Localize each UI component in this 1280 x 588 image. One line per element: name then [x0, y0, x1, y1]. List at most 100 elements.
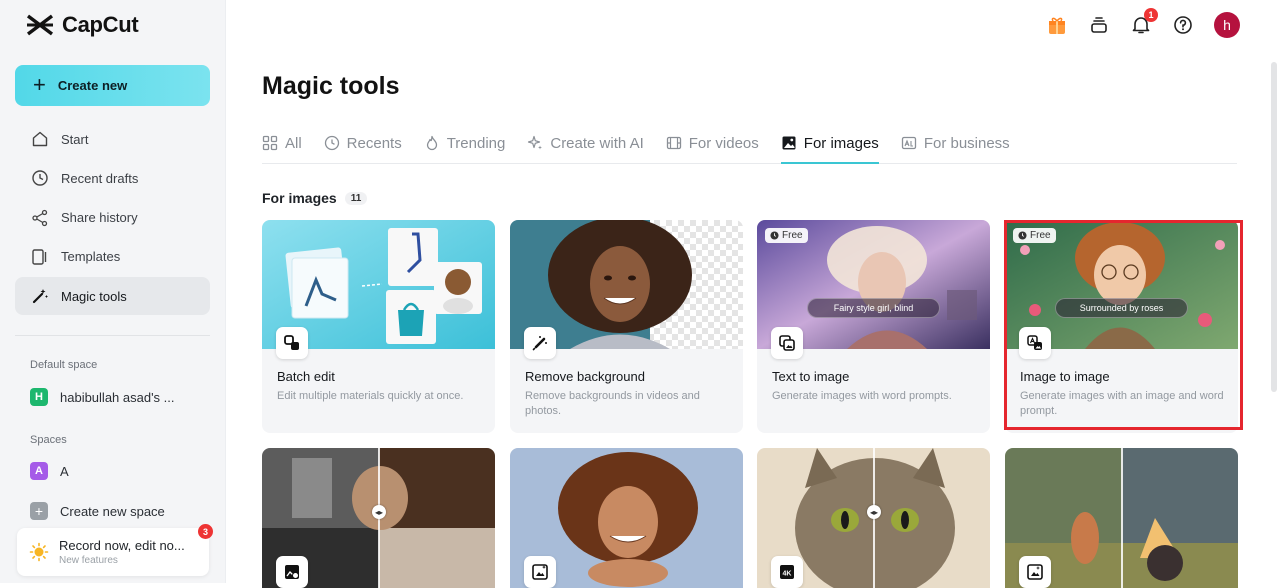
tab-label: Recents [346, 134, 402, 152]
record-badge: 3 [198, 524, 213, 539]
sidebar-item-label: Magic tools [61, 288, 127, 304]
free-badge-label: Free [782, 230, 803, 241]
magic-wand-icon [32, 289, 48, 304]
tool-card-colorize[interactable]: ◂▸ [262, 448, 495, 588]
free-badge: Free [765, 228, 808, 243]
compare-handle-icon[interactable]: ◂▸ [867, 505, 881, 519]
help-icon [1174, 16, 1192, 34]
image-icon [782, 136, 796, 150]
tool-card-image-to-image[interactable]: Free Surrounded by roses Image to image … [1005, 220, 1238, 433]
tab-recents[interactable]: Recents [324, 124, 402, 162]
tool-description: Generate images with an image and word p… [1020, 390, 1224, 417]
tab-create-with-ai[interactable]: Create with AI [527, 124, 644, 162]
record-title: Record now, edit no... [59, 538, 185, 553]
sidebar-item-templates[interactable]: Templates [15, 238, 210, 276]
tab-for-images[interactable]: For images [780, 124, 879, 164]
top-bar-icons: 1 h [1046, 8, 1240, 38]
prompt-text: Fairy style girl, blind [807, 298, 940, 318]
tool-description: Edit multiple materials quickly at once. [277, 390, 464, 402]
space-avatar: H [30, 388, 48, 406]
compare-divider[interactable] [1121, 448, 1123, 588]
share-icon [32, 209, 48, 226]
app-name: CapCut [62, 12, 139, 37]
tool-name: Text to image [772, 369, 850, 384]
sun-icon [29, 542, 49, 562]
svg-text:4K: 4K [783, 571, 792, 578]
sidebar-item-magic-tools[interactable]: Magic tools [15, 277, 210, 316]
tool-name: Image to image [1020, 369, 1110, 384]
tool-name: Batch edit [277, 369, 335, 384]
tab-label: For videos [688, 134, 759, 152]
style-transfer-icon [1019, 556, 1051, 588]
free-badge-label: Free [1030, 230, 1051, 241]
tab-label: Create with AI [550, 134, 644, 152]
plus-icon: + [30, 502, 48, 520]
image-to-image-icon [1019, 327, 1051, 359]
sidebar-item-start[interactable]: Start [15, 120, 210, 158]
record-subtitle: New features [59, 555, 118, 566]
sidebar-item-recent-drafts[interactable]: Recent drafts [15, 159, 210, 197]
compare-handle-icon[interactable]: ◂▸ [372, 505, 386, 519]
tool-card-remove-background[interactable]: Remove background Remove backgrounds in … [510, 220, 743, 433]
tab-label: All [285, 134, 302, 152]
create-new-space-button[interactable]: + Create new space [30, 502, 165, 520]
create-new-button[interactable]: + Create new [15, 65, 210, 106]
tab-trending[interactable]: Trending [424, 124, 506, 162]
sidebar-item-label: Templates [61, 249, 121, 265]
film-icon [666, 136, 681, 150]
sidebar-divider [15, 335, 210, 336]
sidebar-nav: Start Recent drafts Share history Templa… [15, 120, 210, 316]
templates-icon [32, 249, 47, 265]
capcut-logo[interactable]: CapCut [26, 12, 139, 38]
flame-icon [426, 135, 437, 151]
page-scrollbar[interactable] [1271, 62, 1277, 392]
home-icon [32, 131, 48, 147]
tab-all[interactable]: All [262, 124, 302, 162]
tool-card-upscale[interactable]: ◂▸ 4K [757, 448, 990, 588]
text-to-image-icon [771, 327, 803, 359]
default-space-item[interactable]: H habibullah asad's ... [30, 388, 175, 406]
layers-button[interactable] [1088, 14, 1110, 36]
tab-label: For business [923, 134, 1010, 152]
tool-card-text-to-image[interactable]: Free Fairy style girl, blind Text to ima… [757, 220, 990, 433]
gift-icon [1049, 17, 1065, 34]
gift-button[interactable] [1046, 14, 1068, 36]
portrait-enhance-icon [524, 556, 556, 588]
clock-icon [324, 135, 339, 151]
tool-card-batch-edit[interactable]: Batch edit Edit multiple materials quick… [262, 220, 495, 433]
notifications-button[interactable]: 1 [1130, 8, 1158, 36]
tool-card-portrait[interactable] [510, 448, 743, 588]
free-badge: Free [1013, 228, 1056, 243]
page-title: Magic tools [262, 72, 400, 100]
notification-badge: 1 [1144, 8, 1158, 22]
space-name: A [60, 463, 69, 479]
clock-icon [770, 231, 779, 240]
sidebar-item-share-history[interactable]: Share history [15, 199, 210, 237]
tool-card-style-transfer[interactable] [1005, 448, 1238, 588]
help-button[interactable] [1172, 14, 1194, 36]
tab-label: For images [803, 134, 879, 152]
category-tabs: All Recents Trending Create with AI For … [262, 124, 1237, 164]
layers-icon [1091, 17, 1107, 33]
section-title: For images [262, 190, 337, 206]
tab-label: Trending [446, 134, 506, 152]
upscale-4k-icon: 4K [771, 556, 803, 588]
sidebar-item-label: Recent drafts [61, 170, 139, 186]
prompt-text: Surrounded by roses [1055, 298, 1188, 318]
sparkle-icon [528, 135, 543, 150]
create-new-space-label: Create new space [60, 503, 165, 519]
tool-description: Generate images with word prompts. [772, 390, 952, 402]
space-avatar: A [30, 462, 48, 480]
tab-for-business[interactable]: For business [901, 124, 1010, 162]
record-now-card[interactable]: Record now, edit no... New features 3 [17, 524, 213, 576]
tab-for-videos[interactable]: For videos [666, 124, 759, 162]
sidebar-item-label: Share history [61, 210, 138, 226]
business-icon [901, 136, 916, 150]
section-count: 11 [344, 191, 368, 205]
sidebar-item-label: Start [61, 131, 89, 147]
space-item-a[interactable]: A A [30, 462, 69, 480]
user-avatar[interactable]: h [1214, 12, 1240, 38]
grid-icon [262, 135, 278, 151]
clock-icon [32, 170, 48, 186]
tool-description: Remove backgrounds in videos and photos. [525, 390, 700, 417]
